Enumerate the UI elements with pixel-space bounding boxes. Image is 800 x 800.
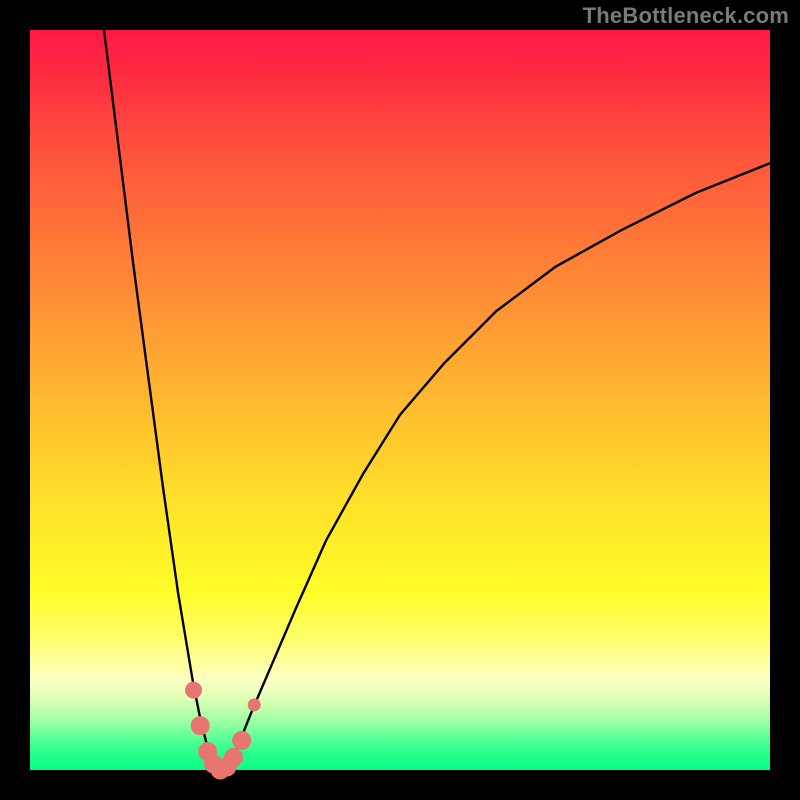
chart-frame: TheBottleneck.com xyxy=(0,0,800,800)
right-branch-curve xyxy=(222,163,770,770)
data-point-marker xyxy=(233,731,251,749)
data-point-marker xyxy=(186,682,202,698)
left-branch-curve xyxy=(104,30,222,770)
data-point-marker xyxy=(225,748,243,766)
data-point-marker xyxy=(248,699,260,711)
watermark-label: TheBottleneck.com xyxy=(583,3,789,29)
chart-svg xyxy=(30,30,770,770)
data-point-marker xyxy=(191,717,209,735)
marker-group xyxy=(186,682,261,779)
